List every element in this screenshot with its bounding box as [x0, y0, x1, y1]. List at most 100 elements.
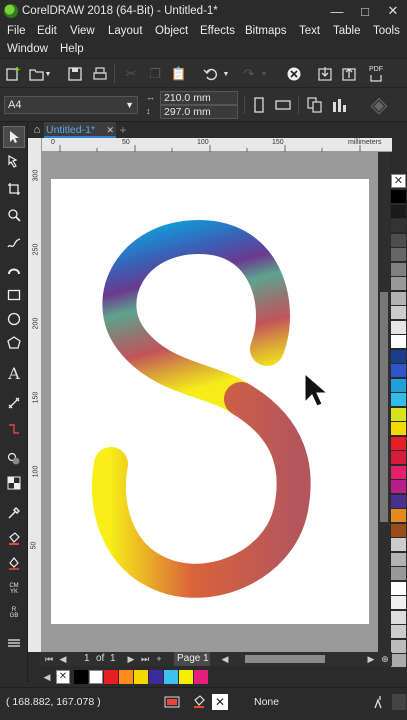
add-page-icon[interactable]: + — [154, 653, 164, 665]
palette-swatch[interactable] — [391, 596, 406, 610]
palette-swatch[interactable] — [391, 480, 406, 494]
menu-effects[interactable]: Effects — [200, 25, 235, 37]
text-tool-icon[interactable]: A — [3, 362, 25, 384]
chevron-down-icon[interactable]: ▼ — [44, 65, 52, 83]
next-page-icon[interactable]: ▶ — [126, 653, 136, 665]
freehand-tool-icon[interactable] — [3, 232, 25, 254]
document-palette-swatch[interactable] — [104, 670, 118, 684]
palette-swatch[interactable] — [391, 393, 406, 407]
palette-swatch[interactable] — [391, 248, 406, 262]
connector-tool-icon[interactable] — [3, 418, 25, 440]
outline-color-swatch[interactable] — [392, 694, 406, 710]
palette-swatch[interactable] — [391, 625, 406, 639]
palette-swatch[interactable] — [391, 320, 406, 335]
document-palette-swatch[interactable] — [164, 670, 178, 684]
document-palette-swatch[interactable] — [89, 670, 103, 684]
vertical-ruler[interactable]: 300 250 200 150 100 50 — [28, 138, 42, 652]
search-content-icon[interactable] — [285, 65, 303, 83]
palette-scroll-left-icon[interactable]: ◀ — [42, 671, 52, 683]
current-page-icon[interactable] — [330, 96, 348, 114]
print-icon[interactable] — [91, 65, 109, 83]
parallel-dimension-tool-icon[interactable] — [3, 392, 25, 414]
export-icon[interactable] — [340, 65, 358, 83]
palette-swatch[interactable] — [391, 349, 406, 364]
palette-swatch[interactable] — [391, 567, 406, 581]
minimize-button[interactable]: — — [323, 0, 351, 22]
document-palette-swatch[interactable] — [194, 670, 208, 684]
menu-window[interactable]: Window — [7, 43, 48, 55]
zoom-navigator-icon[interactable]: ⊕ — [380, 653, 390, 665]
vertical-scroll-thumb[interactable] — [380, 292, 388, 522]
all-pages-icon[interactable] — [306, 96, 324, 114]
palette-swatch[interactable] — [391, 306, 406, 320]
landscape-icon[interactable] — [274, 96, 292, 114]
rectangle-tool-icon[interactable] — [3, 284, 25, 306]
palette-swatch[interactable] — [391, 538, 406, 552]
palette-swatch[interactable] — [391, 552, 406, 567]
menu-bitmaps[interactable]: Bitmaps — [245, 25, 287, 37]
zoom-tool-icon[interactable] — [3, 204, 25, 226]
crop-tool-icon[interactable] — [3, 178, 25, 200]
no-color-swatch[interactable]: ✕ — [56, 670, 70, 684]
palette-swatch[interactable] — [391, 581, 406, 596]
palette-swatch[interactable] — [391, 523, 406, 538]
interactive-fill-tool-icon[interactable] — [3, 528, 25, 550]
document-palette-swatch[interactable] — [74, 670, 88, 684]
menu-table[interactable]: Table — [333, 25, 361, 37]
ellipse-tool-icon[interactable] — [3, 308, 25, 330]
menu-view[interactable]: View — [70, 25, 95, 37]
close-tab-icon[interactable]: ✕ — [106, 122, 114, 138]
fill-indicator-icon[interactable] — [192, 694, 208, 710]
document-palette-swatch[interactable] — [134, 670, 148, 684]
palette-swatch[interactable] — [391, 654, 406, 668]
palette-swatch[interactable] — [391, 378, 406, 393]
previous-page-icon[interactable]: ◀ — [58, 653, 68, 665]
palette-swatch[interactable] — [391, 364, 406, 378]
more-tools-icon[interactable] — [3, 632, 25, 654]
pick-tool-icon[interactable] — [3, 126, 25, 148]
palette-swatch[interactable] — [391, 233, 406, 248]
home-icon[interactable]: ⌂ — [30, 123, 44, 137]
scroll-left-icon[interactable]: ◀ — [220, 653, 230, 665]
color-eyedropper-tool-icon[interactable] — [3, 502, 25, 524]
last-page-icon[interactable]: ⏭ — [140, 653, 150, 665]
outline-pen-icon[interactable] — [372, 694, 388, 710]
palette-swatch[interactable] — [391, 422, 406, 436]
menu-help[interactable]: Help — [60, 43, 84, 55]
horizontal-ruler[interactable]: 0 50 100 150 millimeters — [40, 138, 392, 152]
document-palette-swatch[interactable] — [149, 670, 163, 684]
smart-fill-tool-icon[interactable] — [3, 552, 25, 574]
maximize-button[interactable]: □ — [351, 0, 379, 22]
publish-pdf-icon[interactable]: PDF — [364, 65, 388, 83]
palette-swatch[interactable] — [391, 639, 406, 654]
page-size-select[interactable]: A4 ▼ — [4, 96, 138, 114]
add-tab-icon[interactable]: + — [116, 123, 130, 137]
drop-shadow-tool-icon[interactable] — [3, 448, 25, 470]
import-icon[interactable] — [316, 65, 334, 83]
palette-swatch[interactable] — [391, 407, 406, 422]
palette-swatch[interactable] — [391, 277, 406, 291]
polygon-tool-icon[interactable] — [3, 332, 25, 354]
artistic-media-tool-icon[interactable] — [3, 258, 25, 280]
palette-swatch[interactable] — [391, 262, 406, 277]
save-icon[interactable] — [66, 65, 84, 83]
horizontal-scroll-thumb[interactable] — [245, 655, 325, 663]
tab-untitled-1[interactable]: Untitled-1* ✕ — [44, 122, 116, 138]
undo-icon[interactable] — [202, 65, 220, 83]
palette-swatch[interactable] — [391, 436, 406, 451]
scroll-right-icon[interactable]: ▶ — [366, 653, 376, 665]
palette-swatch[interactable] — [391, 190, 406, 204]
page-height-field[interactable]: 297.0 mm — [160, 105, 238, 119]
transparency-tool-icon[interactable] — [3, 472, 25, 494]
palette-swatch[interactable] — [391, 509, 406, 523]
palette-swatch[interactable] — [391, 219, 406, 233]
menu-tools[interactable]: Tools — [373, 25, 400, 37]
palette-swatch[interactable] — [391, 465, 406, 480]
palette-swatch[interactable] — [391, 494, 406, 509]
new-document-icon[interactable] — [4, 65, 22, 83]
menu-edit[interactable]: Edit — [37, 25, 57, 37]
close-button[interactable]: ✕ — [379, 0, 407, 22]
drawing-window[interactable] — [42, 152, 378, 652]
vertical-scrollbar[interactable] — [378, 152, 390, 652]
portrait-icon[interactable] — [250, 96, 268, 114]
